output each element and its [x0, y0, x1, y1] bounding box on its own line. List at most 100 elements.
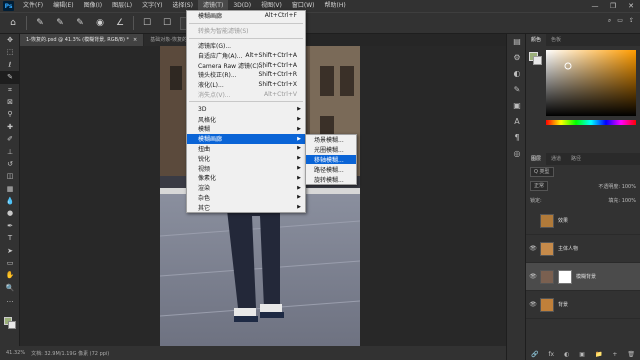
filter-menu-item[interactable]: 模糊 ▶	[187, 124, 305, 134]
menu-item-0[interactable]: 文件(F)	[18, 0, 48, 12]
search-icon[interactable]: ⌕	[608, 17, 611, 25]
pen-tool-icon[interactable]: ✒	[0, 220, 20, 232]
tab-layers[interactable]: 图层	[526, 153, 547, 165]
gradient-tool-icon[interactable]: ▦	[0, 183, 20, 195]
link-layers-icon[interactable]: 🔗	[531, 351, 538, 358]
crop-tool-icon[interactable]: ⌗	[0, 84, 20, 96]
path-select-tool-icon[interactable]: ➤	[0, 245, 20, 257]
adjustments-icon[interactable]: ◐	[507, 66, 527, 82]
menu-item-10[interactable]: 帮助(H)	[320, 0, 351, 12]
hue-slider[interactable]	[546, 120, 636, 125]
menu-item-3[interactable]: 图层(L)	[107, 0, 137, 12]
layer-mask-thumbnail[interactable]	[558, 269, 572, 284]
filter-menu-item[interactable]: 滤镜库(G)...	[187, 41, 305, 51]
close-button[interactable]: ✕	[622, 0, 640, 12]
fill-field[interactable]: 填充: 100%	[608, 197, 636, 204]
brush-tool-icon[interactable]: ✐	[0, 133, 20, 145]
menu-item-1[interactable]: 编辑(E)	[48, 0, 78, 12]
tab-channels[interactable]: 通道	[546, 153, 566, 165]
lasso-tool-icon[interactable]: ℓ	[0, 59, 20, 71]
more-tools-icon[interactable]: …	[0, 294, 20, 306]
adjustment-layer-icon[interactable]: ◐	[564, 351, 569, 358]
tab-document-1[interactable]: 1-恢复的.psd @ 41.3% (模糊背景, RGB/8) * ×	[20, 34, 144, 46]
tab-swatches[interactable]: 色板	[546, 34, 566, 46]
frame-tool-icon[interactable]: ⊠	[0, 96, 20, 108]
layer-row[interactable]: 👁 主体人物	[526, 235, 640, 263]
filter-menu-item[interactable]: 其它 ▶	[187, 202, 305, 212]
document-info[interactable]: 文档: 32.9M/1.19G 像素 (72 ppi)	[31, 350, 109, 357]
blur-submenu-item[interactable]: 路径模糊...	[306, 164, 356, 174]
visibility-eye-icon[interactable]: 👁	[526, 273, 540, 280]
angle-icon[interactable]: ∠	[113, 16, 127, 30]
tab-color[interactable]: 颜色	[526, 34, 547, 46]
layer-row[interactable]: 👁 背景	[526, 291, 640, 319]
visibility-eye-icon[interactable]: 👁	[526, 301, 540, 308]
filter-menu-item[interactable]: 扭曲 ▶	[187, 144, 305, 154]
filter-menu-item[interactable]: 渲染 ▶	[187, 183, 305, 193]
marquee-tool-icon[interactable]: ⬚	[0, 46, 20, 58]
menu-item-4[interactable]: 文字(Y)	[137, 0, 167, 12]
character-icon[interactable]: A	[507, 114, 527, 130]
rectangle-tool-icon[interactable]: ▭	[0, 257, 20, 269]
share-icon[interactable]: ⇪	[629, 17, 634, 25]
blur-submenu-item[interactable]: 光圈模糊...	[306, 145, 356, 155]
libraries-icon[interactable]: ▣	[507, 98, 527, 114]
filter-menu-item[interactable]: 液化(L)... Shift+Ctrl+X	[187, 80, 305, 90]
visibility-eye-icon[interactable]: 👁	[526, 245, 540, 252]
quick-select-tool-icon[interactable]: ✎	[33, 16, 47, 30]
type-tool-icon[interactable]: T	[0, 232, 20, 244]
eyedropper-tool-icon[interactable]: ⚲	[0, 108, 20, 120]
dodge-tool-icon[interactable]: ●	[0, 207, 20, 219]
brush-settings-icon[interactable]: ✎	[507, 82, 527, 98]
opacity-field[interactable]: 不透明度: 100%	[598, 183, 636, 190]
tab-paths[interactable]: 路径	[566, 153, 586, 165]
move-tool-icon[interactable]: ✥	[0, 34, 20, 46]
filter-menu-item[interactable]: 锐化 ▶	[187, 153, 305, 163]
blur-submenu-item[interactable]: 场景模糊...	[306, 135, 356, 145]
quick-select-tool-icon[interactable]: ✎	[0, 71, 20, 84]
filter-menu-item[interactable]: 像素化 ▶	[187, 173, 305, 183]
background-color-swatch[interactable]	[8, 321, 16, 329]
eraser-tool-icon[interactable]: ◫	[0, 170, 20, 182]
filter-menu-item[interactable]: 3D ▶	[187, 104, 305, 114]
enhance-edge-checkbox[interactable]: ☐	[160, 16, 174, 30]
layer-kind-filter[interactable]: Q 类型	[530, 167, 554, 177]
styles-icon[interactable]: ◎	[507, 146, 527, 162]
history-brush-tool-icon[interactable]: ↺	[0, 158, 20, 170]
menu-item-2[interactable]: 图像(I)	[79, 0, 107, 12]
zoom-level[interactable]: 41.32%	[6, 350, 25, 356]
minimize-button[interactable]: —	[586, 0, 604, 12]
properties-icon[interactable]: ⚙	[507, 50, 527, 66]
group-icon[interactable]: 📁	[595, 351, 602, 358]
color-field[interactable]	[546, 50, 636, 116]
filter-menu-item[interactable]: 镜头校正(R)... Shift+Ctrl+R	[187, 70, 305, 80]
home-icon[interactable]: ⌂	[6, 16, 20, 30]
workspace-icon[interactable]: ▭	[617, 17, 623, 25]
filter-menu-item[interactable]: 风格化 ▶	[187, 114, 305, 124]
filter-menu-item[interactable]: 模糊画廊 ▶	[187, 133, 305, 144]
maximize-button[interactable]: ❐	[604, 0, 622, 12]
paragraph-icon[interactable]: ¶	[507, 130, 527, 146]
filter-menu-item[interactable]: 杂色 ▶	[187, 193, 305, 203]
add-selection-icon[interactable]: ✎	[53, 16, 67, 30]
brush-size-icon[interactable]: ◉	[93, 16, 107, 30]
layer-row[interactable]: 效果	[526, 207, 640, 235]
fx-icon[interactable]: fx	[548, 351, 554, 358]
filter-menu-item[interactable]: 自适应广角(A)... Alt+Shift+Ctrl+A	[187, 50, 305, 60]
zoom-tool-icon[interactable]: 🔍	[0, 282, 20, 294]
mask-icon[interactable]: ▣	[579, 351, 585, 358]
history-icon[interactable]: ▤	[507, 34, 527, 50]
filter-menu-item[interactable]: 视频 ▶	[187, 163, 305, 173]
blur-submenu-item[interactable]: 移轴模糊...	[306, 154, 356, 165]
filter-menu-item[interactable]: Camera Raw 滤镜(C)... Shift+Ctrl+A	[187, 60, 305, 70]
blur-tool-icon[interactable]: 💧	[0, 195, 20, 207]
delete-layer-icon[interactable]: 🗑	[627, 351, 635, 358]
close-tab-icon[interactable]: ×	[133, 37, 137, 43]
blend-mode-select[interactable]: 正常	[530, 181, 549, 191]
filter-menu-item[interactable]: 模糊画廊 Alt+Ctrl+F	[187, 11, 305, 21]
new-layer-icon[interactable]: +	[612, 351, 617, 358]
layer-row[interactable]: 👁 模糊背景	[526, 263, 640, 291]
healing-brush-tool-icon[interactable]: ✚	[0, 121, 20, 133]
hand-tool-icon[interactable]: ✋	[0, 269, 20, 281]
sample-layers-checkbox[interactable]: ☐	[140, 16, 154, 30]
